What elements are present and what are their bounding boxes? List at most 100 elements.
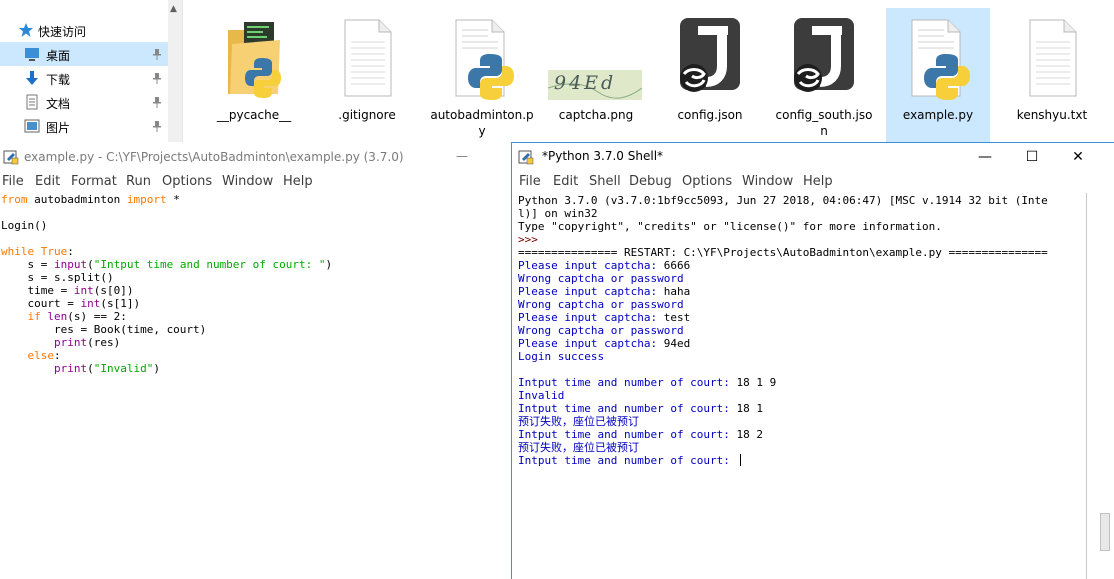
code-token: =============== RESTART: C:\YF\Projects\… — [518, 246, 1048, 259]
shell-line: Wrong captcha or password — [518, 272, 1048, 285]
menu-help[interactable]: Help — [283, 174, 313, 189]
shell-line: Invalid — [518, 389, 1048, 402]
code-token: (s[1]) — [100, 297, 141, 310]
json-file-icon — [680, 18, 740, 92]
code-token: ) — [153, 362, 160, 375]
code-line: if len(s) == 2: — [1, 310, 506, 323]
code-token: 6666 — [663, 259, 691, 272]
folder-icon — [228, 22, 281, 98]
navigation-pane: 快速访问 桌面 下载 文档 图片 ▲ — [0, 0, 183, 142]
shell-line: 预订失败，座位已被预订 — [518, 415, 1048, 428]
code-token: Wrong captcha or password — [518, 272, 684, 285]
nav-downloads[interactable]: 下载 — [0, 66, 168, 90]
shell-line: Please input captcha: test — [518, 311, 1048, 324]
nav-desktop[interactable]: 桌面 — [0, 42, 168, 66]
code-editor-text[interactable]: from autobadminton import * Login() while … — [1, 193, 506, 375]
close-button[interactable]: ✕ — [1055, 143, 1101, 171]
file-name: .gitignore — [338, 108, 396, 122]
text-cursor — [739, 454, 741, 466]
nav-documents[interactable]: 文档 — [0, 90, 168, 114]
menu-window[interactable]: Window — [222, 174, 273, 189]
chevron-up-icon[interactable]: ▲ — [170, 4, 177, 14]
code-token: True — [40, 245, 68, 258]
file-item-config-json[interactable]: config.json — [658, 8, 762, 142]
python-shell-window: *Python 3.7.0 Shell* — ☐ ✕ File Edit She… — [511, 142, 1114, 579]
code-token: autobadminton — [27, 193, 127, 206]
code-token: (s[0]) — [93, 284, 134, 297]
menu-format[interactable]: Format — [71, 174, 117, 189]
maximize-button[interactable]: ☐ — [1009, 143, 1055, 171]
code-token: Please input captcha: — [518, 285, 664, 298]
file-item-config-south-json[interactable]: config_south.json — [772, 8, 876, 142]
shell-line: Please input captcha: 94ed — [518, 337, 1048, 350]
menu-debug[interactable]: Debug — [629, 174, 672, 189]
code-token: Wrong captcha or password — [518, 324, 684, 337]
shell-output[interactable]: Python 3.7.0 (v3.7.0:1bf9cc5093, Jun 27 … — [518, 194, 1048, 467]
shell-line: Wrong captcha or password — [518, 298, 1048, 311]
editor-menubar: File Edit Format Run Options Window Help — [0, 171, 510, 193]
shell-line: Intput time and number of court: 18 1 — [518, 402, 1048, 415]
minimize-button[interactable]: — — [962, 143, 1008, 171]
file-item-example-py[interactable]: example.py — [886, 8, 990, 142]
nav-quick-access[interactable]: 快速访问 — [0, 18, 168, 42]
shell-titlebar[interactable]: *Python 3.7.0 Shell* — ☐ ✕ — [512, 143, 1114, 171]
menu-shell[interactable]: Shell — [589, 174, 621, 189]
menu-help[interactable]: Help — [803, 174, 833, 189]
pin-icon[interactable] — [152, 72, 162, 84]
menu-edit[interactable]: Edit — [35, 174, 60, 189]
text-file-icon — [1029, 19, 1077, 97]
code-token: while — [1, 245, 35, 258]
menu-file[interactable]: File — [519, 174, 541, 189]
menu-window[interactable]: Window — [742, 174, 793, 189]
editor-titlebar[interactable]: example.py - C:\YF\Projects\AutoBadminto… — [0, 143, 510, 171]
menu-edit[interactable]: Edit — [553, 174, 578, 189]
document-icon — [26, 94, 38, 110]
file-item-kenshyu-txt[interactable]: kenshyu.txt — [1000, 8, 1104, 142]
code-token: print — [53, 362, 88, 375]
code-token: Login success — [518, 350, 605, 363]
file-item-gitignore[interactable]: .gitignore — [315, 8, 419, 142]
menu-options[interactable]: Options — [162, 174, 212, 189]
pin-icon[interactable] — [152, 96, 162, 108]
nav-scrollbar[interactable]: ▲ — [168, 0, 182, 142]
code-token: len — [47, 310, 68, 323]
pin-icon[interactable] — [152, 120, 162, 132]
idle-app-icon — [518, 150, 534, 165]
file-item-captcha[interactable]: 94Ed captcha.png — [544, 8, 648, 142]
file-name: kenshyu.txt — [1016, 108, 1088, 122]
code-line: s = input("Intput time and number of cou… — [1, 258, 506, 271]
code-token: if — [27, 310, 41, 323]
shell-menubar: File Edit Shell Debug Options Window Hel… — [512, 171, 1114, 193]
code-token: 18 1 9 — [736, 376, 777, 389]
code-line: from autobadminton import * — [1, 193, 506, 206]
menu-run[interactable]: Run — [126, 174, 151, 189]
code-token: >>> — [518, 233, 538, 246]
file-item-autobadminton[interactable]: autobadminton.py — [430, 8, 534, 142]
code-token: print — [53, 336, 88, 349]
shell-text-area[interactable]: Python 3.7.0 (v3.7.0:1bf9cc5093, Jun 27 … — [512, 193, 1087, 579]
minimize-button[interactable]: — — [456, 149, 468, 163]
code-token: int — [80, 297, 101, 310]
pin-icon[interactable] — [152, 48, 162, 60]
shell-line: Intput time and number of court: — [518, 454, 1048, 467]
code-token: Please input captcha: — [518, 311, 664, 324]
shell-scrollbar-thumb[interactable] — [1100, 513, 1110, 551]
json-file-icon — [794, 18, 854, 92]
file-name: captcha.png — [558, 108, 634, 122]
nav-pictures[interactable]: 图片 — [0, 114, 168, 138]
file-item-pycache[interactable]: __pycache__ — [202, 8, 306, 142]
code-token: 94ed — [663, 337, 691, 350]
menu-options[interactable]: Options — [682, 174, 732, 189]
shell-line: >>> — [518, 233, 1048, 246]
code-line: s = s.split() — [1, 271, 506, 284]
file-explorer: 快速访问 桌面 下载 文档 图片 ▲ __pycache__ .gitignor… — [0, 0, 1114, 142]
code-token: input — [53, 258, 88, 271]
code-token: Intput time and number of court: — [518, 402, 737, 415]
menu-file[interactable]: File — [2, 174, 24, 189]
code-token: import — [126, 193, 167, 206]
